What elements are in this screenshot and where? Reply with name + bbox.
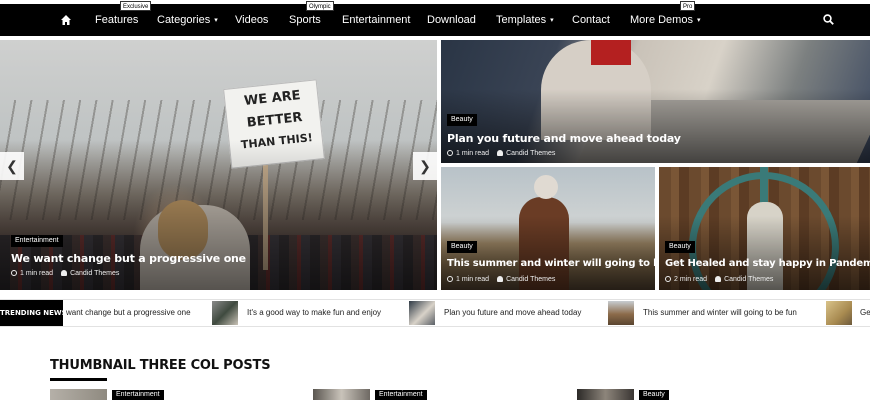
home-icon[interactable] [61,14,71,26]
section-title: THUMBNAIL THREE COL POSTS [50,358,271,373]
sign-line-1: WE ARE [243,88,302,109]
nav-item-entertainment[interactable]: Entertainment [342,4,410,36]
nav-item-templates[interactable]: Templates ▾ [496,4,554,36]
nav-item-features[interactable]: Features Exclusive [95,1,152,36]
nav-item-videos[interactable]: Videos [235,4,268,36]
featured-post-2[interactable]: Beauty This summer and winter will going… [441,167,655,290]
main-navigation: Features Exclusive Categories ▾ Videos Sp… [0,1,870,36]
post-title[interactable]: Plan you future and move ahead today [447,132,681,145]
slider-next-button[interactable]: ❯ [413,152,437,180]
category-badge[interactable]: Beauty [665,241,695,253]
read-time: 1 min read [20,270,54,277]
nav-label-videos: Videos [235,14,269,26]
slider-prev-button[interactable]: ❮ [0,152,24,180]
post-thumbnail[interactable] [313,389,370,400]
trending-thumbnail[interactable] [826,301,852,325]
trending-item[interactable]: Plan you future and move ahead today [444,300,581,326]
nav-item-sports[interactable]: Sports Olympic [289,1,334,36]
nav-label-entertainment: Entertainment [342,14,411,26]
user-icon [497,276,504,282]
post-meta: 1 min read Candid Themes [447,150,555,157]
nav-badge-exclusive: Exclusive [120,1,152,11]
category-badge[interactable]: Entertainment [375,390,427,400]
trending-item[interactable]: This summer and winter will going to be … [643,300,797,326]
nav-label-templates: Templates [496,14,547,26]
trending-thumbnail[interactable] [608,301,634,325]
chevron-down-icon: ▾ [214,17,218,24]
nav-label-features: Features [95,14,139,26]
user-icon [715,276,722,282]
post-title[interactable]: We want change but a progressive one [11,252,246,265]
author-name[interactable]: Candid Themes [70,270,119,277]
chevron-down-icon: ▾ [696,17,701,24]
trending-item[interactable]: Ge [860,300,870,326]
clock-icon [665,276,671,282]
search-icon[interactable] [823,14,834,25]
nav-label-contact: Contact [572,14,610,26]
read-time: 1 min read [456,276,490,283]
post-title[interactable]: Get Healed and stay happy in Pandemic [665,258,870,269]
category-badge[interactable]: Entertainment [112,390,164,400]
trending-label: TRENDING NEWS [0,300,67,326]
author-name[interactable]: Candid Themes [506,150,555,157]
section-title-underline [50,378,107,381]
trending-thumbnail[interactable] [409,301,435,325]
nav-badge-pro: Pro [680,1,696,11]
nav-label-more-demos: More Demos [630,14,693,26]
post-meta: 2 min read Candid Themes [665,276,773,283]
author-name[interactable]: Candid Themes [724,276,773,283]
author-name[interactable]: Candid Themes [506,276,555,283]
user-icon [497,150,504,156]
nav-label-sports: Sports [289,14,321,26]
nav-item-categories[interactable]: Categories ▾ [157,4,218,36]
clock-icon [447,150,453,156]
read-time: 1 min read [456,150,490,157]
post-thumbnail[interactable] [577,389,634,400]
post-meta: 1 min read Candid Themes [11,270,119,277]
trending-item[interactable]: It's a good way to make fun and enjoy [247,300,381,326]
chevron-down-icon: ▾ [550,17,554,24]
tile-scarf [591,40,631,65]
post-title[interactable]: This summer and winter will going to be … [447,258,655,269]
category-badge[interactable]: Beauty [639,390,669,400]
tile-hat [534,175,558,199]
nav-badge-olympic: Olympic [306,1,334,11]
nav-item-download[interactable]: Download [427,4,476,36]
nav-label-categories: Categories [157,14,211,26]
post-meta: 1 min read Candid Themes [447,276,555,283]
category-badge[interactable]: Beauty [447,241,477,253]
featured-post-3[interactable]: Beauty Get Healed and stay happy in Pand… [659,167,870,290]
nav-label-download: Download [427,14,476,26]
sign-line-2: BETTER [246,110,304,131]
trending-thumbnail[interactable] [212,301,238,325]
clock-icon [447,276,453,282]
category-badge[interactable]: Beauty [447,114,477,126]
post-thumbnail[interactable] [50,389,107,400]
featured-post-1[interactable]: Beauty Plan you future and move ahead to… [441,40,870,163]
nav-item-more-demos[interactable]: More Demos ▾ Pro [630,1,701,36]
category-badge[interactable]: Entertainment [11,235,63,247]
hero-shade [0,140,437,290]
read-time: 2 min read [674,276,708,283]
trending-item[interactable]: want change but a progressive one [66,300,191,326]
clock-icon [11,270,17,276]
nav-item-contact[interactable]: Contact [572,4,610,36]
trending-ticker: TRENDING NEWS want change but a progress… [0,299,870,327]
hero-slide[interactable]: WE ARE BETTER THAN THIS! Entertainment W… [0,40,437,290]
user-icon [61,270,68,276]
